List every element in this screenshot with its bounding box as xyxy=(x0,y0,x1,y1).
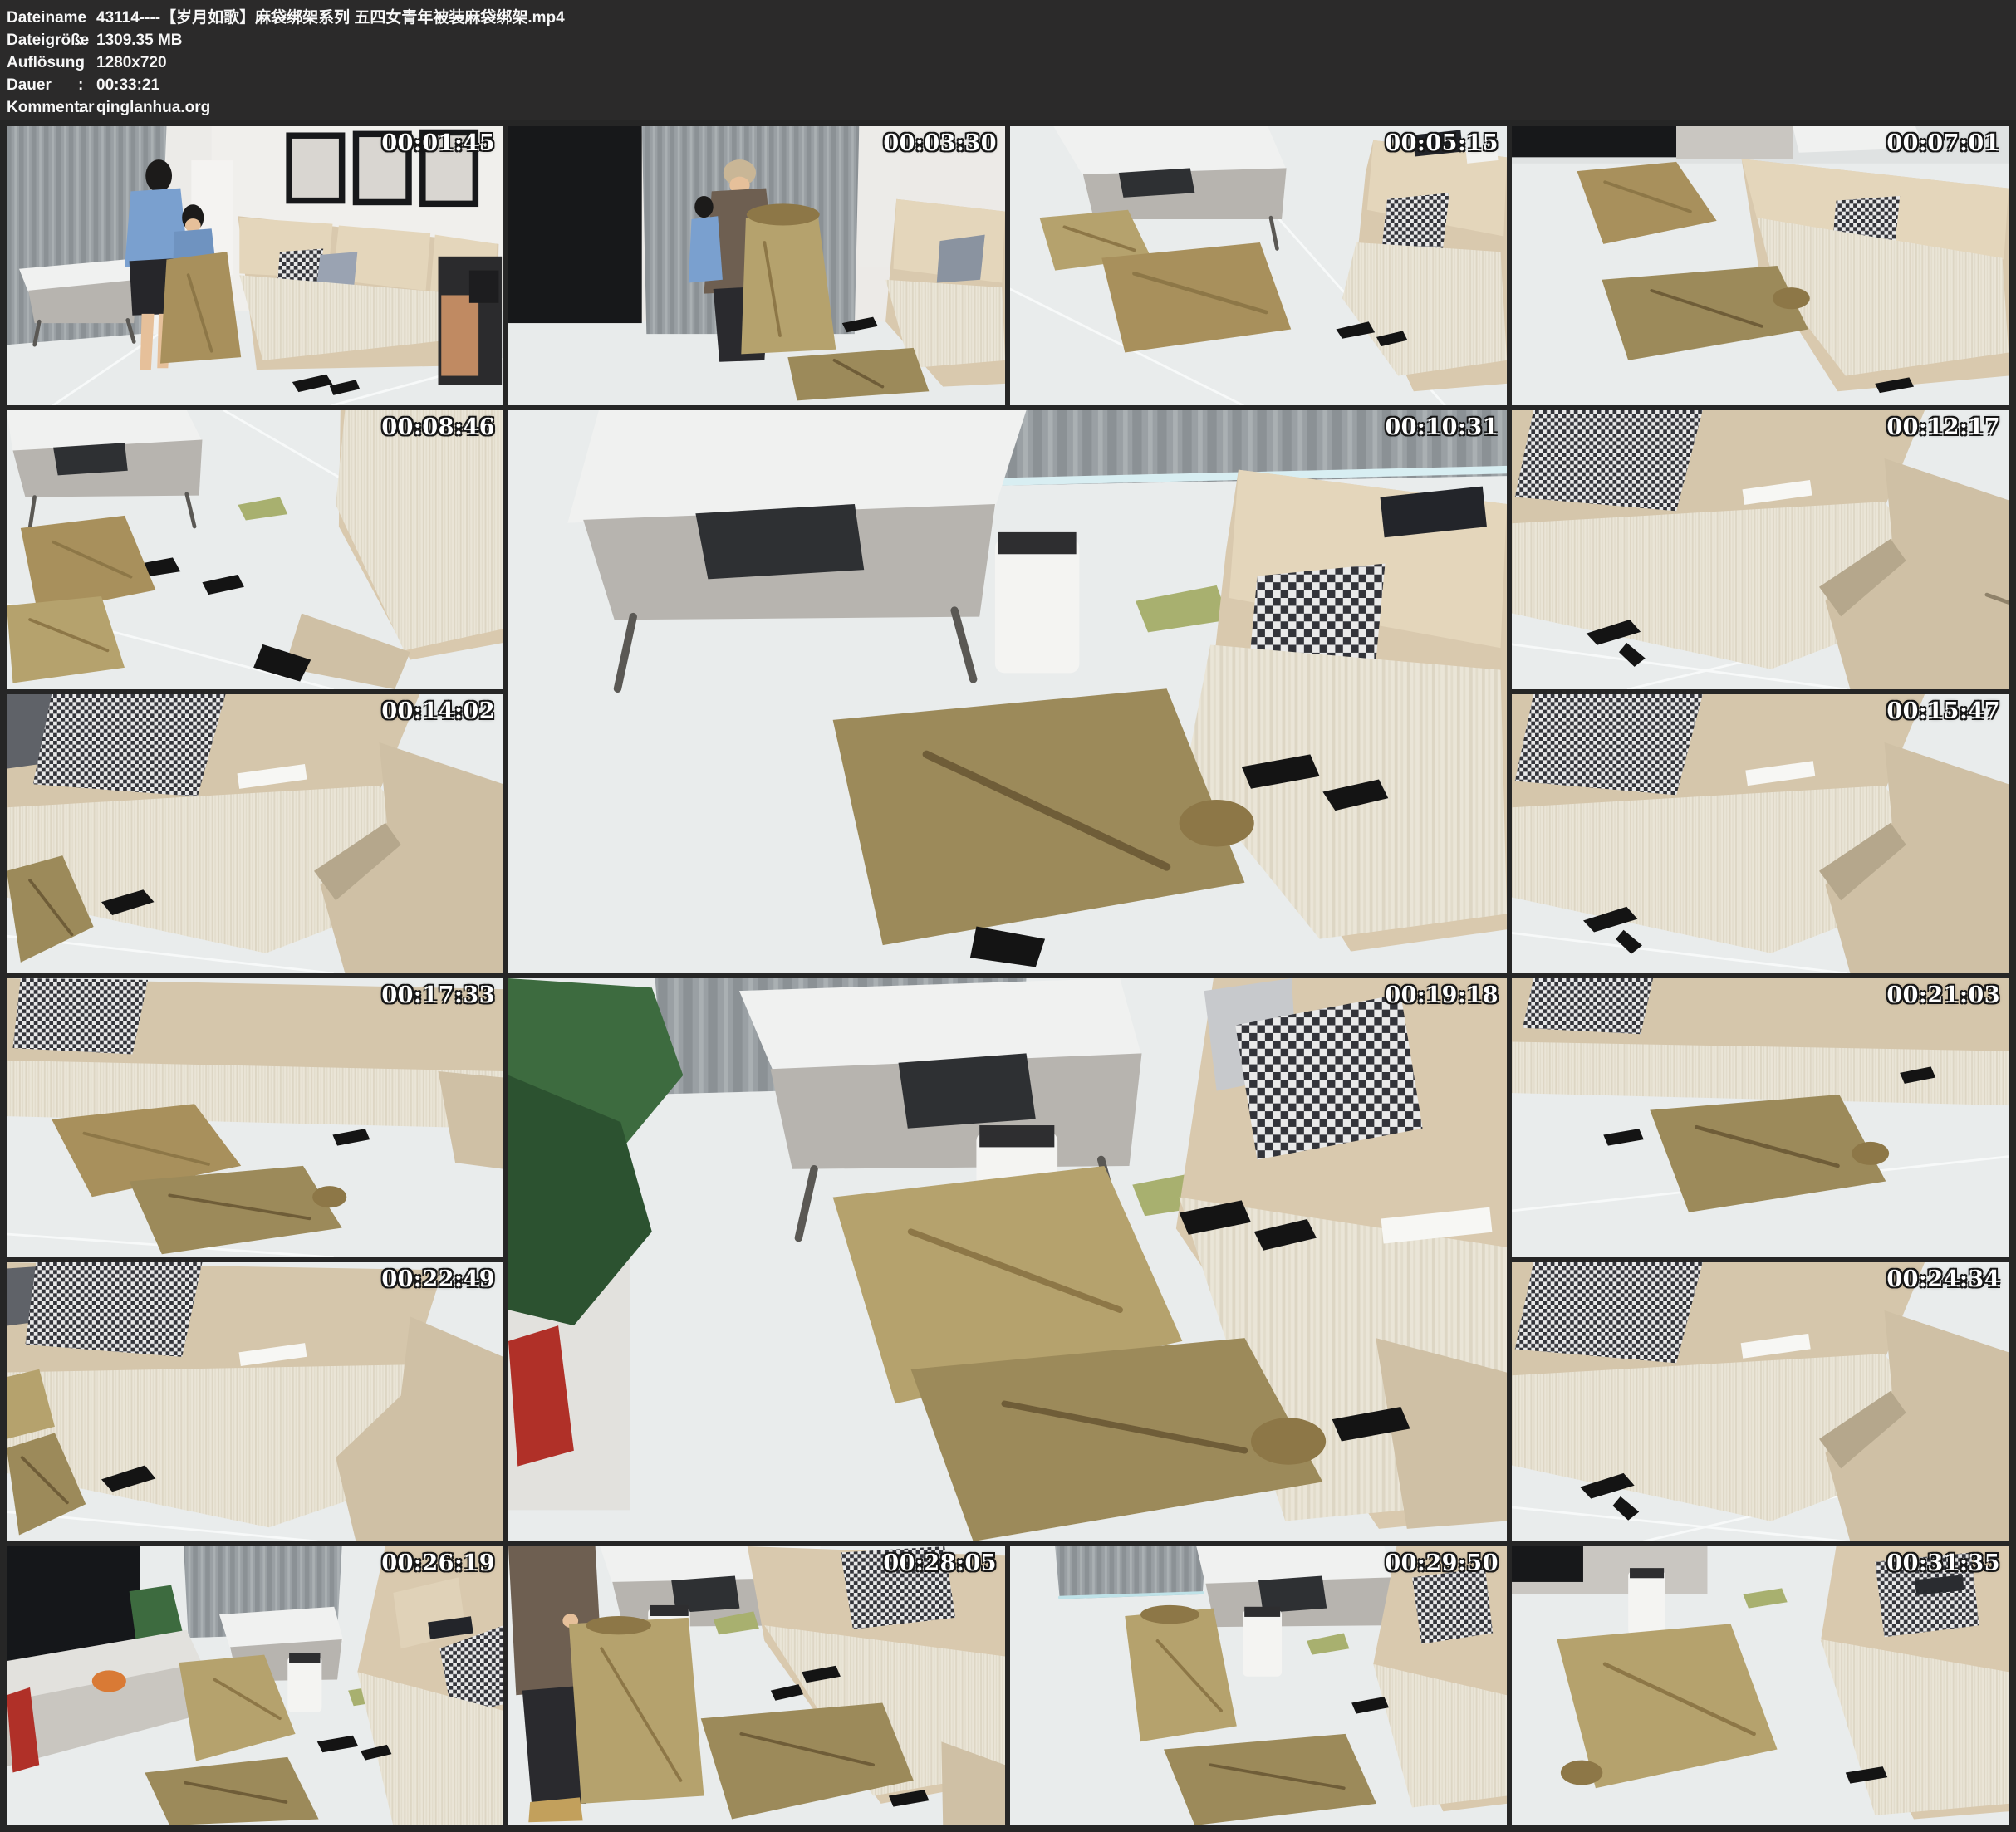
file-info-value: 43114----【岁月如歌】麻袋绑架系列 五四女青年被装麻袋绑架.mp4 xyxy=(96,7,565,29)
timestamp-overlay: 00:21:03 xyxy=(1886,982,2000,1008)
thumbnail-image xyxy=(7,1262,503,1541)
timestamp-overlay: 00:05:15 xyxy=(1385,130,1499,156)
video-thumbnail[interactable]: 00:10:31 xyxy=(508,410,1507,973)
timestamp-overlay: 00:17:33 xyxy=(381,982,495,1008)
video-thumbnail[interactable]: 00:22:49 xyxy=(7,1262,503,1541)
thumbnail-image xyxy=(1512,978,2009,1257)
video-thumbnail[interactable]: 00:31:35 xyxy=(1512,1546,2009,1825)
timestamp-overlay: 00:29:50 xyxy=(1385,1550,1499,1576)
file-info-row: Dateiname:43114----【岁月如歌】麻袋绑架系列 五四女青年被装麻… xyxy=(7,7,2016,29)
timestamp-overlay: 00:24:34 xyxy=(1886,1266,2000,1292)
thumbnail-image xyxy=(1512,1546,2009,1825)
video-thumbnail[interactable]: 00:08:46 xyxy=(7,410,503,689)
file-info-value: qinglanhua.org xyxy=(96,96,210,119)
video-thumbnail[interactable]: 00:03:30 xyxy=(508,126,1005,405)
video-thumbnail[interactable]: 00:05:15 xyxy=(1010,126,1507,405)
file-info-separator: : xyxy=(78,7,96,29)
video-thumbnail[interactable]: 00:14:02 xyxy=(7,694,503,973)
file-info-label: Dateiname xyxy=(7,7,78,29)
video-thumbnail[interactable]: 00:01:45 xyxy=(7,126,503,405)
file-info-row: Dateigröße:1309.35 MB xyxy=(7,29,2016,51)
video-thumbnail[interactable]: 00:15:47 xyxy=(1512,694,2009,973)
file-info-label: Kommentar xyxy=(7,96,78,119)
file-info-label: Dateigröße xyxy=(7,29,78,51)
video-thumbnail[interactable]: 00:29:50 xyxy=(1010,1546,1507,1825)
thumbnail-image xyxy=(1010,1546,1507,1825)
file-info-row: Kommentar:qinglanhua.org xyxy=(7,96,2016,119)
video-thumbnail[interactable]: 00:19:18 xyxy=(508,978,1507,1541)
timestamp-overlay: 00:14:02 xyxy=(381,698,495,724)
file-info-panel: Dateiname:43114----【岁月如歌】麻袋绑架系列 五四女青年被装麻… xyxy=(0,0,2016,120)
thumbnail-image xyxy=(508,410,1507,973)
timestamp-overlay: 00:19:18 xyxy=(1385,982,1499,1008)
thumbnail-image xyxy=(1512,410,2009,689)
thumbnail-image xyxy=(7,694,503,973)
thumbnail-image xyxy=(1010,126,1507,405)
thumbnail-grid: 00:01:45 00:03:30 00:05:15 00:07:01 00:08:46… xyxy=(0,120,2016,1832)
timestamp-overlay: 00:31:35 xyxy=(1886,1550,2000,1576)
timestamp-overlay: 00:22:49 xyxy=(381,1266,495,1292)
video-thumbnail[interactable]: 00:26:19 xyxy=(7,1546,503,1825)
video-thumbnail[interactable]: 00:07:01 xyxy=(1512,126,2009,405)
video-thumbnail[interactable]: 00:28:05 xyxy=(508,1546,1005,1825)
file-info-value: 1280x720 xyxy=(96,51,167,74)
file-info-separator: : xyxy=(78,74,96,96)
timestamp-overlay: 00:26:19 xyxy=(381,1550,495,1576)
file-info-separator: : xyxy=(78,29,96,51)
thumbnail-image xyxy=(508,1546,1005,1825)
file-info-row: Auflösung:1280x720 xyxy=(7,51,2016,74)
thumbnail-image xyxy=(1512,1262,2009,1541)
thumbnail-image xyxy=(7,126,503,405)
thumbnail-image xyxy=(7,410,503,689)
thumbnail-image xyxy=(508,126,1005,405)
file-info-value: 1309.35 MB xyxy=(96,29,183,51)
video-contact-sheet: Dateiname:43114----【岁月如歌】麻袋绑架系列 五四女青年被装麻… xyxy=(0,0,2016,1832)
timestamp-overlay: 00:28:05 xyxy=(883,1550,997,1576)
video-thumbnail[interactable]: 00:21:03 xyxy=(1512,978,2009,1257)
video-thumbnail[interactable]: 00:12:17 xyxy=(1512,410,2009,689)
file-info-separator: : xyxy=(78,51,96,74)
timestamp-overlay: 00:15:47 xyxy=(1886,698,2000,724)
timestamp-overlay: 00:08:46 xyxy=(381,414,495,440)
thumbnail-image xyxy=(1512,126,2009,405)
video-thumbnail[interactable]: 00:24:34 xyxy=(1512,1262,2009,1541)
timestamp-overlay: 00:03:30 xyxy=(883,130,997,156)
timestamp-overlay: 00:10:31 xyxy=(1385,414,1499,440)
timestamp-overlay: 00:01:45 xyxy=(381,130,495,156)
file-info-label: Auflösung xyxy=(7,51,78,74)
video-thumbnail[interactable]: 00:17:33 xyxy=(7,978,503,1257)
timestamp-overlay: 00:12:17 xyxy=(1886,414,2000,440)
file-info-value: 00:33:21 xyxy=(96,74,159,96)
file-info-label: Dauer xyxy=(7,74,78,96)
thumbnail-image xyxy=(1512,694,2009,973)
file-info-row: Dauer:00:33:21 xyxy=(7,74,2016,96)
thumbnail-image xyxy=(7,978,503,1257)
thumbnail-image xyxy=(7,1546,503,1825)
file-info-separator: : xyxy=(78,96,96,119)
timestamp-overlay: 00:07:01 xyxy=(1886,130,2000,156)
thumbnail-image xyxy=(508,978,1507,1541)
